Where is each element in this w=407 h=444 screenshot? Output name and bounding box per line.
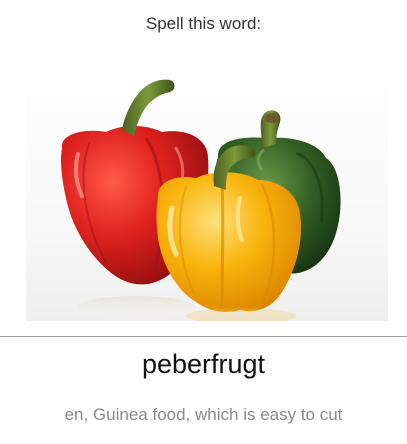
reflection bbox=[186, 308, 296, 321]
prompt-label: Spell this word: bbox=[145, 14, 262, 33]
reflection bbox=[76, 296, 196, 320]
divider bbox=[0, 336, 407, 337]
word-image bbox=[26, 58, 388, 321]
peppers-illustration bbox=[61, 79, 341, 321]
target-word: peberfrugt bbox=[141, 349, 266, 379]
hint-text: en, Guinea food, which is easy to cut bbox=[64, 405, 343, 424]
